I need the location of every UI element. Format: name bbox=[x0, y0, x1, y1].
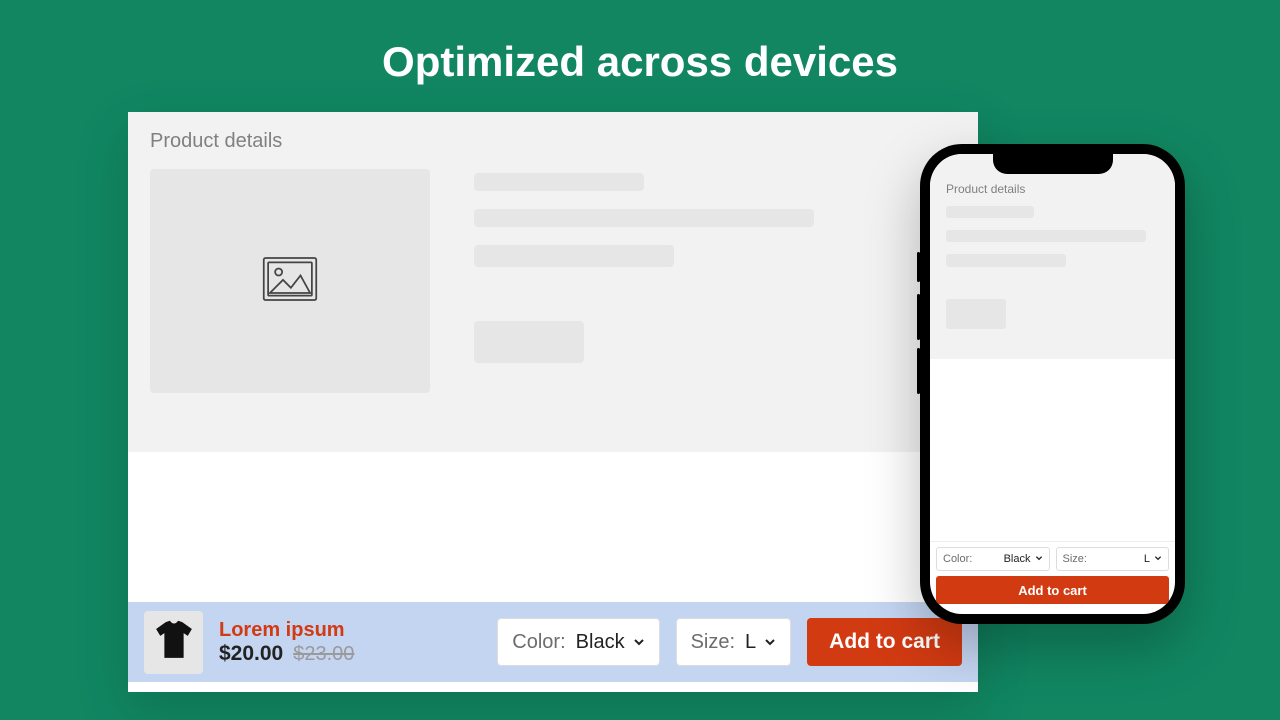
page-headline: Optimized across devices bbox=[0, 0, 1280, 86]
size-select-label: Size: bbox=[691, 631, 735, 654]
mobile-product-panel: Product details bbox=[930, 154, 1175, 359]
skeleton-line bbox=[946, 254, 1066, 267]
chevron-down-icon bbox=[633, 631, 645, 654]
desktop-product-panel: Product details bbox=[128, 112, 978, 452]
skeleton-line bbox=[474, 173, 644, 191]
size-select-value: L bbox=[745, 631, 756, 654]
tshirt-icon bbox=[152, 617, 196, 668]
product-info: Lorem ipsum $20.00 $23.00 bbox=[219, 618, 354, 666]
mobile-color-select[interactable]: Color: Black bbox=[936, 547, 1050, 571]
skeleton-line bbox=[946, 206, 1034, 218]
product-price: $20.00 bbox=[219, 642, 283, 666]
sticky-add-to-cart-bar: Lorem ipsum $20.00 $23.00 Color: Black S… bbox=[128, 602, 978, 682]
chevron-down-icon bbox=[764, 631, 776, 654]
mobile-add-to-cart-button[interactable]: Add to cart bbox=[936, 576, 1169, 604]
product-compare-price: $23.00 bbox=[293, 643, 354, 666]
color-select-label: Color: bbox=[943, 553, 972, 565]
skeleton-line bbox=[474, 209, 814, 227]
image-icon bbox=[262, 255, 318, 308]
skeleton-button bbox=[946, 299, 1006, 329]
size-select-value: L bbox=[1144, 553, 1150, 565]
skeleton-button bbox=[474, 321, 584, 363]
skeleton-line bbox=[474, 245, 674, 267]
color-select-label: Color: bbox=[512, 631, 565, 654]
phone-notch bbox=[993, 152, 1113, 174]
size-select-label: Size: bbox=[1063, 553, 1087, 565]
mobile-size-select[interactable]: Size: L bbox=[1056, 547, 1170, 571]
mobile-options-row: Color: Black Size: L bbox=[930, 541, 1175, 576]
color-select-value: Black bbox=[1004, 553, 1031, 565]
size-select[interactable]: Size: L bbox=[676, 618, 792, 666]
mobile-section-title: Product details bbox=[946, 182, 1159, 196]
chevron-down-icon bbox=[1035, 553, 1043, 565]
chevron-down-icon bbox=[1154, 553, 1162, 565]
section-title: Product details bbox=[150, 130, 956, 153]
phone-screen: Product details Color: Black Size: L bbox=[930, 154, 1175, 614]
product-image-placeholder bbox=[150, 169, 430, 393]
desktop-mock: Product details bbox=[128, 112, 978, 692]
skeleton-line bbox=[946, 230, 1146, 242]
color-select[interactable]: Color: Black bbox=[497, 618, 659, 666]
product-text-skeleton bbox=[474, 169, 956, 393]
product-thumbnail bbox=[144, 611, 203, 674]
add-to-cart-button[interactable]: Add to cart bbox=[807, 618, 962, 666]
product-name: Lorem ipsum bbox=[219, 618, 354, 642]
color-select-value: Black bbox=[576, 631, 625, 654]
phone-mock: Product details Color: Black Size: L bbox=[920, 144, 1185, 624]
